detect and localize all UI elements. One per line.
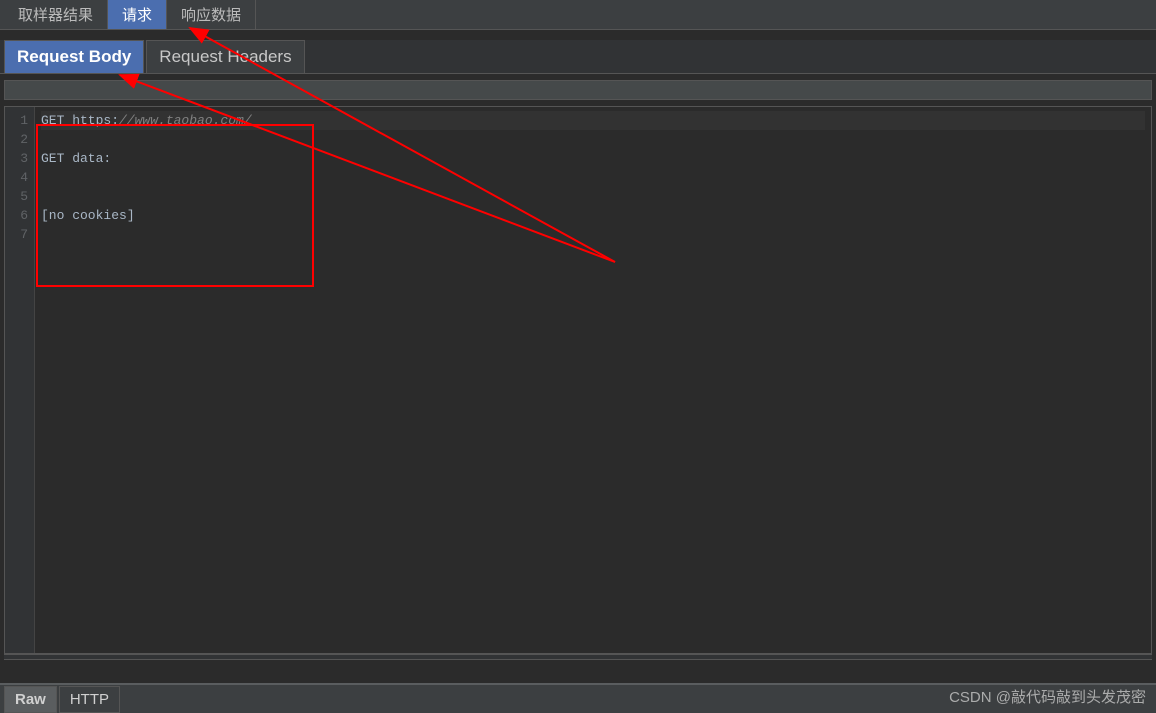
line-number: 4 (5, 168, 28, 187)
code-line (41, 225, 1145, 244)
code-line: [no cookies] (41, 206, 1145, 225)
tab-raw[interactable]: Raw (4, 686, 57, 713)
line-number: 1 (5, 111, 28, 130)
tab-request[interactable]: 请求 (108, 0, 167, 29)
sub-tabs: Request Body Request Headers (0, 40, 1156, 74)
request-url: //www.taobao.com/ (119, 113, 252, 128)
line-number: 5 (5, 187, 28, 206)
top-tabs: 取样器结果 请求 响应数据 (0, 0, 1156, 30)
filter-input[interactable] (4, 80, 1152, 100)
tab-response-data[interactable]: 响应数据 (167, 0, 256, 29)
code-line (41, 130, 1145, 149)
code-line: GET data: (41, 149, 1145, 168)
code-content[interactable]: GET https://www.taobao.com/ GET data: [n… (35, 107, 1151, 653)
code-line: GET https://www.taobao.com/ (41, 111, 1145, 130)
line-number: 2 (5, 130, 28, 149)
line-gutter: 1 2 3 4 5 6 7 (5, 107, 35, 653)
code-line (41, 168, 1145, 187)
tab-sampler-result[interactable]: 取样器结果 (4, 0, 108, 29)
tab-http[interactable]: HTTP (59, 686, 120, 713)
tab-request-headers[interactable]: Request Headers (146, 40, 304, 73)
line-number: 6 (5, 206, 28, 225)
line-number: 3 (5, 149, 28, 168)
code-editor: 1 2 3 4 5 6 7 GET https://www.taobao.com… (4, 106, 1152, 654)
watermark: CSDN @敲代码敲到头发茂密 (949, 686, 1146, 707)
line-number: 7 (5, 225, 28, 244)
tab-request-body[interactable]: Request Body (4, 40, 144, 73)
separator (4, 654, 1152, 660)
code-line (41, 187, 1145, 206)
